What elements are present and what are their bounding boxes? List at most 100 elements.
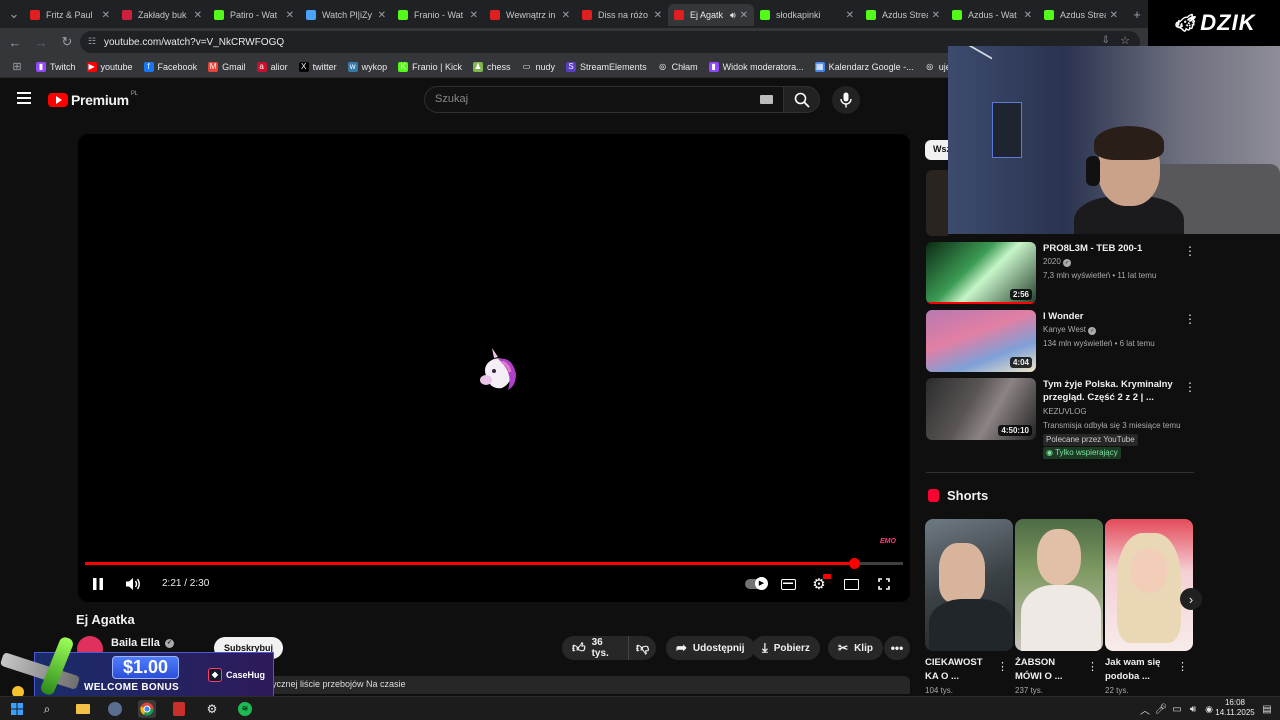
new-tab-button[interactable]: +: [1126, 3, 1148, 25]
voice-search-button[interactable]: [832, 86, 860, 114]
bookmark-item[interactable]: M Gmail: [208, 61, 246, 72]
youtube-premium-logo[interactable]: Premium PL: [48, 91, 138, 108]
fullscreen-button[interactable]: [874, 574, 894, 594]
subtitles-button[interactable]: ▬▬: [778, 574, 798, 594]
recommendation-item[interactable]: 4:04 I Wonder Kanye West ✓ 134 mln wyświetl…: [926, 310, 1196, 374]
close-tab-icon[interactable]: ✕: [1024, 10, 1032, 21]
close-tab-icon[interactable]: ✕: [562, 10, 570, 21]
install-app-icon[interactable]: ⇩: [1102, 35, 1110, 46]
seek-bar[interactable]: [85, 558, 903, 569]
description-box[interactable]: ycznej liście przebojów Na czasie: [180, 676, 910, 694]
video-thumbnail[interactable]: 4:50:10: [926, 378, 1036, 440]
close-tab-icon[interactable]: ✕: [102, 10, 110, 21]
close-tab-icon[interactable]: ✕: [740, 10, 748, 21]
close-tab-icon[interactable]: ✕: [1110, 10, 1118, 21]
close-tab-icon[interactable]: ✕: [846, 10, 854, 21]
video-player[interactable]: EMO 2:21 / 2:30 ▶ ▬▬ ⚙: [78, 134, 910, 602]
tab-search-chevron-icon[interactable]: ⌄: [4, 3, 24, 25]
more-vertical-icon[interactable]: ⋮: [1184, 244, 1196, 258]
keyboard-icon[interactable]: [760, 95, 773, 104]
forward-arrow-icon[interactable]: →: [30, 31, 52, 53]
bookmark-item[interactable]: S StreamElements: [566, 61, 647, 72]
tab-1[interactable]: Zakłady buk ✕: [116, 4, 208, 26]
tab-6[interactable]: Diss na różo ✕: [576, 4, 668, 26]
tab-0[interactable]: Fritz & Paul ✕: [24, 4, 116, 26]
download-button[interactable]: ⤓ Pobierz: [752, 636, 820, 660]
more-vertical-icon[interactable]: ⋮: [1184, 380, 1196, 394]
theater-mode-button[interactable]: [841, 574, 861, 594]
bookmark-item[interactable]: ◎ Chłam: [657, 61, 698, 72]
bookmark-item[interactable]: ▶ youtube: [86, 61, 133, 72]
short-thumbnail[interactable]: [1015, 519, 1103, 651]
windows-start-icon[interactable]: [8, 700, 26, 718]
more-vertical-icon[interactable]: ⋮: [997, 660, 1008, 673]
tab-3[interactable]: Watch Pl|iZy ✕: [300, 4, 392, 26]
short-thumbnail[interactable]: [1105, 519, 1193, 651]
menu-hamburger-icon[interactable]: [17, 92, 31, 104]
close-tab-icon[interactable]: ✕: [194, 10, 202, 21]
more-vertical-icon[interactable]: ⋮: [1087, 660, 1098, 673]
reload-icon[interactable]: ↻: [56, 31, 78, 53]
more-actions-button[interactable]: •••: [884, 636, 910, 660]
settings-gear-icon[interactable]: ⚙: [203, 700, 221, 718]
audio-playing-icon[interactable]: 🔊︎: [730, 10, 736, 21]
messenger-app-icon[interactable]: [106, 700, 124, 718]
clock-time[interactable]: 16:08: [1212, 698, 1258, 707]
tab-10[interactable]: Azdus - Wat ✕: [946, 4, 1038, 26]
close-tab-icon[interactable]: ✕: [378, 10, 386, 21]
close-tab-icon[interactable]: ✕: [470, 10, 478, 21]
back-arrow-icon[interactable]: ←: [4, 31, 26, 53]
short-title[interactable]: Jak wam się podoba ...: [1105, 656, 1171, 684]
video-thumbnail[interactable]: 4:04: [926, 310, 1036, 372]
tab-4[interactable]: Franio - Wat ✕: [392, 4, 484, 26]
bookmark-item[interactable]: K Franio | Kick: [398, 61, 462, 72]
bookmark-item[interactable]: a alior: [256, 61, 288, 72]
partial-recommendation-thumbnail[interactable]: [926, 170, 948, 236]
more-vertical-icon[interactable]: ⋮: [1184, 312, 1196, 326]
bookmark-item[interactable]: f Facebook: [143, 61, 197, 72]
recommendation-item[interactable]: 4:50:10 Tym żyje Polska. Kryminalny przeg…: [926, 378, 1196, 459]
file-explorer-icon[interactable]: [74, 700, 92, 718]
search-input[interactable]: Szukaj: [424, 86, 784, 113]
search-button[interactable]: [784, 86, 820, 113]
more-vertical-icon[interactable]: ⋮: [1177, 660, 1188, 673]
chrome-icon[interactable]: [138, 700, 156, 718]
volume-button[interactable]: [123, 574, 143, 594]
shorts-next-button[interactable]: ›: [1180, 588, 1202, 610]
channel-name[interactable]: Kanye West ✓: [1043, 324, 1097, 336]
video-title[interactable]: Tym żyje Polska. Kryminalny przegląd. Cz…: [1043, 378, 1178, 404]
like-button[interactable]: 👍︎ 36 tys.: [562, 636, 628, 660]
taskbar-search-icon[interactable]: ⌕: [38, 700, 56, 718]
bookmark-item[interactable]: ▭ nudy: [521, 61, 555, 72]
channel-name[interactable]: 2020 ✓: [1043, 256, 1072, 268]
bookmark-item[interactable]: ▮ Twitch: [36, 61, 76, 72]
site-settings-icon[interactable]: ☷: [88, 36, 96, 47]
short-thumbnail[interactable]: [925, 519, 1013, 651]
settings-button[interactable]: ⚙: [809, 574, 831, 594]
video-thumbnail[interactable]: 2:56: [926, 242, 1036, 304]
notifications-icon[interactable]: ▤: [1258, 700, 1276, 718]
close-tab-icon[interactable]: ✕: [286, 10, 294, 21]
apps-grid-icon[interactable]: ⊞: [6, 56, 28, 78]
obs-app-icon[interactable]: [170, 700, 188, 718]
short-title[interactable]: ŻABSON MÓWI O ...: [1015, 656, 1081, 684]
tab-5[interactable]: Wewnątrz in ✕: [484, 4, 576, 26]
share-button[interactable]: ➦ Udostępnij: [666, 636, 755, 660]
tab-7[interactable]: Ej Agatk 🔊︎ ✕: [668, 4, 754, 26]
bookmark-item[interactable]: w wykop: [347, 61, 387, 72]
short-title[interactable]: CIEKAWOST KA O ...: [925, 656, 991, 684]
bookmark-item[interactable]: ♟ chess: [473, 61, 511, 72]
bookmark-item[interactable]: ▦ Kalendarz Google -...: [814, 61, 914, 72]
channel-name[interactable]: KEZUVLOG: [1043, 406, 1087, 418]
pause-button[interactable]: [90, 574, 106, 594]
tab-11[interactable]: Azdus Strea ✕: [1038, 4, 1124, 26]
bookmark-item[interactable]: Xtwitter: [298, 61, 337, 72]
tab-2[interactable]: Patiro - Wat ✕: [208, 4, 300, 26]
video-title[interactable]: PRO8L3M - TEB 200-1: [1043, 242, 1178, 255]
video-title[interactable]: I Wonder: [1043, 310, 1178, 323]
close-tab-icon[interactable]: ✕: [932, 10, 940, 21]
tab-8[interactable]: słodkapinki ✕: [754, 4, 860, 26]
bookmark-item[interactable]: ▮ Widok moderatora...: [708, 61, 804, 72]
recommendation-item[interactable]: 2:56 PRO8L3M - TEB 200-1 2020 ✓ 7,3 mln wyś…: [926, 242, 1196, 306]
casehug-ad-banner[interactable]: $1.00 WELCOME BONUS ◆ CaseHug: [0, 634, 276, 704]
